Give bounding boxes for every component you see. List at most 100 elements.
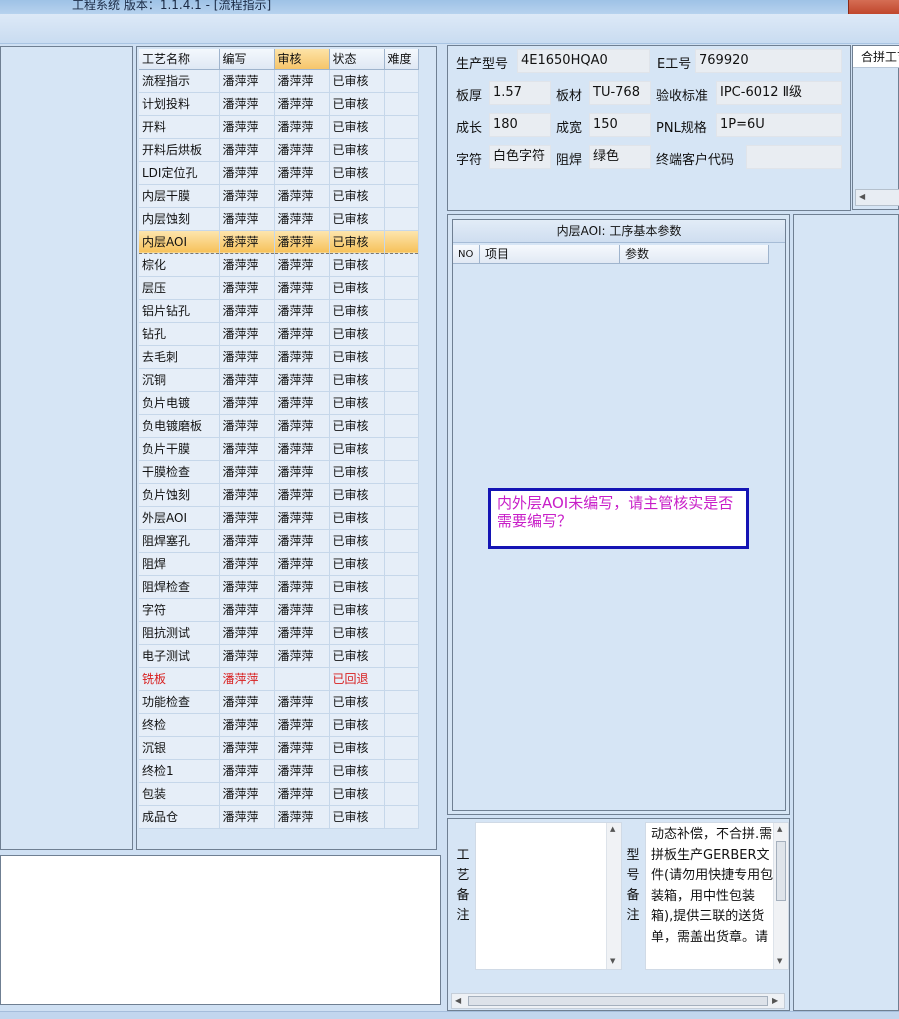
- table-row[interactable]: 钻孔 潘萍萍 潘萍萍 已审核: [139, 322, 419, 346]
- cell-status[interactable]: 已审核: [329, 92, 385, 116]
- cell-reviewer[interactable]: 潘萍萍: [274, 253, 330, 277]
- cell-reviewer[interactable]: 潘萍萍: [274, 345, 330, 369]
- table-row[interactable]: 计划投料 潘萍萍 潘萍萍 已审核: [139, 92, 419, 116]
- cell-process-name[interactable]: 功能检查: [139, 690, 220, 714]
- cell-reviewer[interactable]: 潘萍萍: [274, 736, 330, 760]
- cell-process-name[interactable]: 负电镀磨板: [139, 414, 220, 438]
- cell-status[interactable]: 已审核: [329, 736, 385, 760]
- model-note-textarea[interactable]: 动态补偿，不合拼.需拼板生产GERBER文件(请勿用快捷专用包装箱，用中性包装箱…: [645, 822, 789, 970]
- cell-difficulty[interactable]: [384, 253, 419, 277]
- table-row[interactable]: 阻抗测试 潘萍萍 潘萍萍 已审核: [139, 621, 419, 645]
- header-reviewer[interactable]: 审核: [274, 49, 330, 70]
- cell-status[interactable]: 已审核: [329, 460, 385, 484]
- cell-writer[interactable]: 潘萍萍: [219, 598, 275, 622]
- cell-status[interactable]: 已审核: [329, 782, 385, 806]
- cell-process-name[interactable]: 层压: [139, 276, 220, 300]
- char-field[interactable]: 白色字符: [489, 145, 551, 169]
- customer-field[interactable]: [746, 145, 842, 169]
- cell-status[interactable]: 已审核: [329, 483, 385, 507]
- cell-difficulty[interactable]: [384, 138, 419, 162]
- merge-hscroll[interactable]: ◀: [855, 189, 899, 206]
- cell-writer[interactable]: 潘萍萍: [219, 690, 275, 714]
- cell-process-name[interactable]: 阻焊: [139, 552, 220, 576]
- cell-process-name[interactable]: 包装: [139, 782, 220, 806]
- cell-writer[interactable]: 潘萍萍: [219, 92, 275, 116]
- cell-writer[interactable]: 潘萍萍: [219, 368, 275, 392]
- table-row[interactable]: 内层干膜 潘萍萍 潘萍萍 已审核: [139, 184, 419, 208]
- table-row[interactable]: 成品仓 潘萍萍 潘萍萍 已审核: [139, 805, 419, 829]
- cell-process-name[interactable]: LDI定位孔: [139, 161, 220, 185]
- cell-difficulty[interactable]: [384, 437, 419, 461]
- table-row[interactable]: 阻焊塞孔 潘萍萍 潘萍萍 已审核: [139, 529, 419, 553]
- cell-writer[interactable]: 潘萍萍: [219, 207, 275, 231]
- cell-reviewer[interactable]: 潘萍萍: [274, 621, 330, 645]
- cell-difficulty[interactable]: [384, 368, 419, 392]
- cell-reviewer[interactable]: 潘萍萍: [274, 207, 330, 231]
- cell-difficulty[interactable]: [384, 483, 419, 507]
- table-row[interactable]: 去毛刺 潘萍萍 潘萍萍 已审核: [139, 345, 419, 369]
- header-process-name[interactable]: 工艺名称: [139, 49, 220, 70]
- cell-difficulty[interactable]: [384, 230, 419, 254]
- cell-reviewer[interactable]: [274, 667, 330, 691]
- cell-status[interactable]: 已审核: [329, 299, 385, 323]
- cell-reviewer[interactable]: 潘萍萍: [274, 460, 330, 484]
- cell-difficulty[interactable]: [384, 621, 419, 645]
- table-row[interactable]: 电子测试 潘萍萍 潘萍萍 已审核: [139, 644, 419, 668]
- cell-reviewer[interactable]: 潘萍萍: [274, 92, 330, 116]
- cell-writer[interactable]: 潘萍萍: [219, 759, 275, 783]
- cell-difficulty[interactable]: [384, 391, 419, 415]
- cell-reviewer[interactable]: 潘萍萍: [274, 230, 330, 254]
- table-row[interactable]: 沉铜 潘萍萍 潘萍萍 已审核: [139, 368, 419, 392]
- cell-process-name[interactable]: 阻焊塞孔: [139, 529, 220, 553]
- scroll-down-icon[interactable]: ▼: [777, 957, 782, 965]
- cell-difficulty[interactable]: [384, 414, 419, 438]
- cell-writer[interactable]: 潘萍萍: [219, 437, 275, 461]
- cell-difficulty[interactable]: [384, 782, 419, 806]
- cell-status[interactable]: 已审核: [329, 621, 385, 645]
- cell-process-name[interactable]: 阻抗测试: [139, 621, 220, 645]
- cell-difficulty[interactable]: [384, 529, 419, 553]
- cell-difficulty[interactable]: [384, 460, 419, 484]
- cell-difficulty[interactable]: [384, 92, 419, 116]
- cell-status[interactable]: 已审核: [329, 322, 385, 346]
- scroll-down-icon[interactable]: ▼: [610, 957, 615, 965]
- cell-difficulty[interactable]: [384, 115, 419, 139]
- cell-process-name[interactable]: 计划投料: [139, 92, 220, 116]
- cell-reviewer[interactable]: 潘萍萍: [274, 414, 330, 438]
- mask-field[interactable]: 绿色: [589, 145, 651, 169]
- table-row[interactable]: 内层蚀刻 潘萍萍 潘萍萍 已审核: [139, 207, 419, 231]
- cell-writer[interactable]: 潘萍萍: [219, 69, 275, 93]
- scroll-up-icon[interactable]: ▲: [777, 825, 782, 833]
- table-row[interactable]: 负电镀磨板 潘萍萍 潘萍萍 已审核: [139, 414, 419, 438]
- cell-process-name[interactable]: 去毛刺: [139, 345, 220, 369]
- cell-reviewer[interactable]: 潘萍萍: [274, 391, 330, 415]
- scroll-up-icon[interactable]: ▲: [610, 825, 615, 833]
- cell-process-name[interactable]: 字符: [139, 598, 220, 622]
- cell-status[interactable]: 已审核: [329, 414, 385, 438]
- cell-process-name[interactable]: 负片干膜: [139, 437, 220, 461]
- cell-status[interactable]: 已审核: [329, 368, 385, 392]
- notes-hscroll[interactable]: ◀ ▶: [451, 993, 785, 1009]
- table-row[interactable]: 阻焊 潘萍萍 潘萍萍 已审核: [139, 552, 419, 576]
- cell-difficulty[interactable]: [384, 345, 419, 369]
- cell-writer[interactable]: 潘萍萍: [219, 621, 275, 645]
- cell-reviewer[interactable]: 潘萍萍: [274, 437, 330, 461]
- cell-process-name[interactable]: 负片电镀: [139, 391, 220, 415]
- cell-difficulty[interactable]: [384, 690, 419, 714]
- standard-field[interactable]: IPC-6012 Ⅱ级: [716, 81, 842, 105]
- cell-writer[interactable]: 潘萍萍: [219, 115, 275, 139]
- scroll-left-icon[interactable]: ◀: [859, 192, 865, 201]
- cell-writer[interactable]: 潘萍萍: [219, 736, 275, 760]
- table-row[interactable]: 负片电镀 潘萍萍 潘萍萍 已审核: [139, 391, 419, 415]
- cell-status[interactable]: 已审核: [329, 138, 385, 162]
- table-row[interactable]: 开料 潘萍萍 潘萍萍 已审核: [139, 115, 419, 139]
- cell-process-name[interactable]: 棕化: [139, 253, 220, 277]
- cell-reviewer[interactable]: 潘萍萍: [274, 690, 330, 714]
- cell-difficulty[interactable]: [384, 805, 419, 829]
- cell-difficulty[interactable]: [384, 506, 419, 530]
- cell-writer[interactable]: 潘萍萍: [219, 506, 275, 530]
- cell-process-name[interactable]: 内层干膜: [139, 184, 220, 208]
- model-note-scrollbar[interactable]: ▲ ▼: [773, 823, 788, 969]
- cell-process-name[interactable]: 钻孔: [139, 322, 220, 346]
- table-row[interactable]: 阻焊检查 潘萍萍 潘萍萍 已审核: [139, 575, 419, 599]
